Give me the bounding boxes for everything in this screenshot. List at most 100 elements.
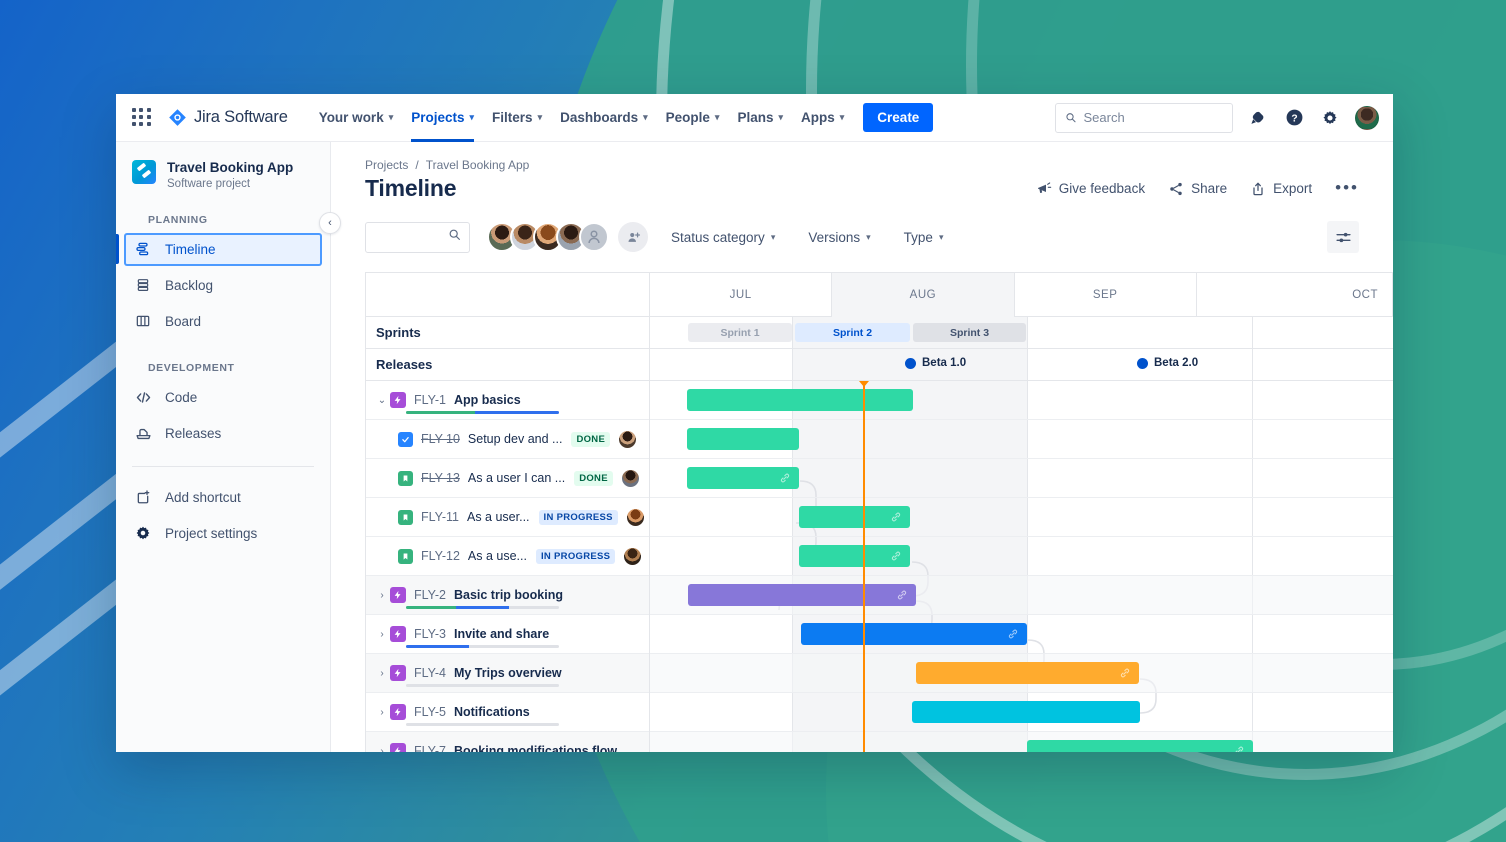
chevron-right-icon[interactable]: › [374, 746, 390, 753]
issue-key[interactable]: FLY-3 [414, 627, 446, 641]
timeline-settings-button[interactable] [1327, 221, 1359, 253]
avatar-generic[interactable] [579, 222, 609, 252]
table-row[interactable]: FLY-12 As a use... IN PROGRESS [366, 537, 649, 576]
add-person-button[interactable] [618, 222, 648, 252]
gantt-bar-fly-13[interactable] [687, 467, 799, 489]
sidebar-item-timeline[interactable]: Timeline [124, 232, 322, 266]
table-row[interactable]: ⌄ FLY-1 App basics [366, 381, 649, 420]
gantt-bar-fly-12[interactable] [799, 545, 910, 567]
share-button[interactable]: Share [1168, 181, 1227, 197]
release-marker-beta-1[interactable]: Beta 1.0 [905, 357, 966, 369]
notifications-icon[interactable] [1247, 107, 1269, 129]
more-actions-button[interactable]: ••• [1335, 179, 1359, 196]
avatar[interactable] [626, 508, 644, 526]
nav-item-plans[interactable]: Plans ▾ [728, 94, 792, 142]
chevron-right-icon[interactable]: › [374, 668, 390, 679]
global-search-input[interactable] [1083, 110, 1223, 125]
avatar[interactable] [624, 547, 642, 565]
chevron-right-icon[interactable]: › [374, 707, 390, 718]
chevron-right-icon[interactable]: › [374, 590, 390, 601]
avatar[interactable] [619, 430, 637, 448]
gantt-bar-fly-3[interactable] [801, 623, 1027, 645]
jira-brand-logo[interactable]: Jira Software [168, 108, 288, 127]
status-badge[interactable]: DONE [571, 431, 611, 447]
release-marker-beta-2[interactable]: Beta 2.0 [1137, 357, 1198, 369]
filter-status-category[interactable]: Status category ▾ [661, 223, 785, 252]
status-badge[interactable]: IN PROGRESS [538, 509, 618, 525]
chevron-right-icon[interactable]: › [374, 629, 390, 640]
issue-key[interactable]: FLY-12 [421, 549, 460, 563]
breadcrumb-projects[interactable]: Projects [365, 158, 408, 172]
issue-key[interactable]: FLY-7 [414, 744, 446, 752]
sidebar-item-add-shortcut[interactable]: Add shortcut [124, 481, 322, 514]
issue-key[interactable]: FLY-1 [414, 393, 446, 407]
sidebar-item-code[interactable]: Code [124, 381, 322, 414]
table-row[interactable]: › FLY-5 Notifications [366, 693, 649, 732]
issue-summary[interactable]: Notifications [454, 705, 530, 719]
issue-summary[interactable]: Setup dev and ... [468, 432, 563, 446]
nav-item-projects[interactable]: Projects ▾ [402, 94, 483, 142]
nav-item-filters[interactable]: Filters ▾ [483, 94, 551, 142]
export-button[interactable]: Export [1250, 181, 1312, 197]
filter-versions[interactable]: Versions ▾ [798, 223, 880, 252]
issue-key[interactable]: FLY-11 [421, 510, 459, 524]
profile-avatar[interactable] [1355, 105, 1379, 130]
issue-key[interactable]: FLY-13 [421, 471, 460, 485]
app-switcher-icon[interactable] [132, 107, 152, 128]
avatar[interactable] [621, 469, 639, 487]
issue-search-box[interactable] [365, 221, 470, 253]
issue-summary[interactable]: My Trips overview [454, 666, 562, 680]
table-row[interactable]: › FLY-3 Invite and share [366, 615, 649, 654]
table-row[interactable]: FLY-13 As a user I can ... DONE [366, 459, 649, 498]
global-search-box[interactable] [1055, 102, 1233, 133]
sidebar-item-releases[interactable]: Releases [124, 417, 322, 450]
sidebar-collapse-button[interactable]: ‹ [319, 212, 341, 234]
filter-type[interactable]: Type ▾ [894, 223, 954, 252]
sprint-chip-3[interactable]: Sprint 3 [913, 323, 1026, 342]
issue-key[interactable]: FLY-5 [414, 705, 446, 719]
issue-summary[interactable]: Basic trip booking [454, 588, 563, 602]
table-row[interactable]: FLY-11 As a user... IN PROGRESS [366, 498, 649, 537]
gantt-bar-fly-7[interactable] [1027, 740, 1253, 752]
sidebar-item-backlog[interactable]: Backlog [124, 269, 322, 302]
nav-item-your-work[interactable]: Your work ▾ [310, 94, 403, 142]
breadcrumb-project[interactable]: Travel Booking App [426, 158, 530, 172]
issue-summary[interactable]: App basics [454, 393, 521, 407]
sidebar-item-project-settings[interactable]: Project settings [124, 517, 322, 550]
sprint-chip-1[interactable]: Sprint 1 [688, 323, 792, 342]
gantt-bar-fly-10[interactable] [687, 428, 799, 450]
issue-key[interactable]: FLY-10 [421, 432, 460, 446]
table-row[interactable]: › FLY-4 My Trips overview [366, 654, 649, 693]
table-row[interactable]: FLY-10 Setup dev and ... DONE [366, 420, 649, 459]
nav-item-dashboards[interactable]: Dashboards ▾ [551, 94, 657, 142]
issue-search-input[interactable] [374, 229, 448, 245]
nav-item-people[interactable]: People ▾ [657, 94, 729, 142]
gantt-bar-fly-2[interactable] [688, 584, 916, 606]
sprint-chip-2[interactable]: Sprint 2 [795, 323, 910, 342]
gantt-bar-fly-5[interactable] [912, 701, 1140, 723]
issue-key[interactable]: FLY-2 [414, 588, 446, 602]
issue-summary[interactable]: As a user... [467, 510, 530, 524]
issue-summary[interactable]: Booking modifications flow [454, 744, 617, 752]
help-icon[interactable]: ? [1283, 107, 1305, 129]
create-button[interactable]: Create [863, 103, 934, 132]
gear-icon[interactable] [1319, 107, 1341, 129]
sidebar-item-board[interactable]: Board [124, 305, 322, 338]
gantt-bar-fly-4[interactable] [916, 662, 1139, 684]
issue-key[interactable]: FLY-4 [414, 666, 446, 680]
give-feedback-button[interactable]: Give feedback [1036, 181, 1145, 197]
table-row[interactable]: › FLY-7 Booking modifications flow [366, 732, 649, 752]
timeline-issues-area: ⌄ FLY-1 App basics FLY-10 Setup dev and … [366, 381, 1393, 752]
status-badge[interactable]: IN PROGRESS [535, 548, 616, 564]
gantt-bar-fly-1[interactable] [687, 389, 913, 411]
issue-summary[interactable]: Invite and share [454, 627, 549, 641]
status-badge[interactable]: DONE [574, 470, 613, 486]
issue-summary[interactable]: As a use... [468, 549, 527, 563]
nav-item-apps[interactable]: Apps ▾ [792, 94, 853, 142]
sidebar-item-label: Add shortcut [165, 489, 241, 505]
issue-summary[interactable]: As a user I can ... [468, 471, 565, 485]
project-header[interactable]: Travel Booking App Software project [116, 156, 330, 190]
chevron-down-icon[interactable]: ⌄ [374, 395, 390, 406]
gantt-bar-fly-11[interactable] [799, 506, 910, 528]
table-row[interactable]: › FLY-2 Basic trip booking [366, 576, 649, 615]
